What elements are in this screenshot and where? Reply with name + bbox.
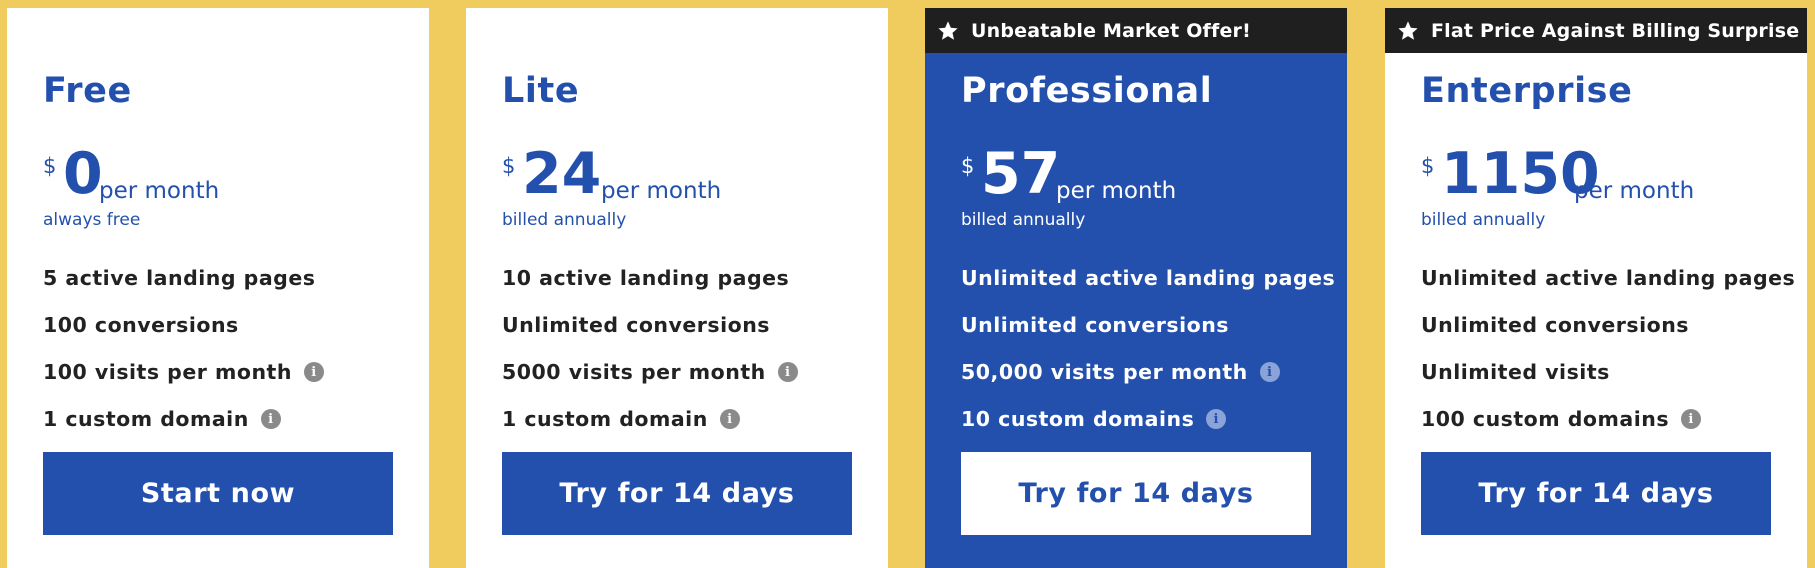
feature-text: Unlimited conversions — [1421, 313, 1690, 337]
price-period: per month — [1056, 178, 1177, 204]
currency-symbol: $ — [961, 154, 975, 178]
feature-item: 100 visits per month i — [43, 360, 324, 384]
feature-text: 5000 visits per month — [502, 360, 766, 384]
banner-text: Flat Price Against Billing Surprise — [1431, 19, 1800, 42]
feature-item: Unlimited conversions — [502, 313, 770, 337]
feature-item: 1 custom domain i — [43, 407, 281, 431]
feature-text: Unlimited active landing pages — [961, 266, 1336, 290]
feature-text: 50,000 visits per month — [961, 360, 1248, 384]
feature-text: 5 active landing pages — [43, 266, 316, 290]
info-icon[interactable]: i — [260, 409, 281, 429]
currency-symbol: $ — [1421, 154, 1435, 178]
feature-item: 100 conversions — [43, 313, 239, 337]
feature-text: 10 active landing pages — [502, 266, 790, 290]
info-icon[interactable]: i — [777, 362, 798, 382]
feature-text: Unlimited conversions — [502, 313, 771, 337]
try-free-trial-button[interactable]: Try for 14 days — [961, 452, 1311, 535]
feature-item: 5 active landing pages — [43, 266, 315, 290]
feature-item: 1 custom domain i — [502, 407, 740, 431]
feature-item: Unlimited conversions — [961, 313, 1229, 337]
feature-text: 1 custom domain — [43, 407, 249, 431]
price-period: per month — [1574, 178, 1695, 204]
billing-note: billed annually — [961, 210, 1086, 230]
feature-item: 10 custom domains i — [961, 407, 1227, 431]
feature-text: 100 custom domains — [1421, 407, 1670, 431]
star-icon — [1398, 20, 1418, 40]
feature-text: Unlimited active landing pages — [1421, 266, 1796, 290]
start-now-button[interactable]: Start now — [43, 452, 393, 535]
offer-banner: Unbeatable Market Offer! — [925, 8, 1347, 53]
offer-banner: Flat Price Against Billing Surprise — [1385, 8, 1807, 53]
price-amount: 24 — [522, 141, 602, 207]
billing-note: billed annually — [502, 210, 627, 230]
plan-card-professional: Unbeatable Market Offer! Professional $ … — [925, 8, 1347, 568]
currency-symbol: $ — [43, 154, 57, 178]
info-icon[interactable]: i — [719, 409, 740, 429]
plan-name: Lite — [502, 71, 580, 111]
feature-item: 10 active landing pages — [502, 266, 789, 290]
feature-text: Unlimited conversions — [961, 313, 1230, 337]
feature-item: Unlimited active landing pages — [1421, 266, 1795, 290]
price-period: per month — [99, 178, 220, 204]
info-icon[interactable]: i — [303, 362, 324, 382]
feature-text: 100 conversions — [43, 313, 239, 337]
plan-name: Professional — [961, 71, 1213, 111]
info-icon[interactable]: i — [1259, 362, 1280, 382]
feature-text: 10 custom domains — [961, 407, 1195, 431]
billing-note: billed annually — [1421, 210, 1546, 230]
plan-card-free: Free $ 0 per month always free 5 active … — [7, 8, 429, 568]
info-icon[interactable]: i — [1206, 409, 1227, 429]
banner-text: Unbeatable Market Offer! — [971, 19, 1251, 42]
price-amount: 0 — [63, 141, 103, 207]
star-icon — [938, 20, 958, 40]
plan-card-lite: Lite $ 24 per month billed annually 10 a… — [466, 8, 888, 568]
feature-item: 5000 visits per month i — [502, 360, 798, 384]
feature-item: 50,000 visits per month i — [961, 360, 1280, 384]
feature-text: 1 custom domain — [502, 407, 708, 431]
feature-item: 100 custom domains i — [1421, 407, 1702, 431]
feature-text: Unlimited visits — [1421, 360, 1610, 384]
feature-item: Unlimited visits — [1421, 360, 1610, 384]
info-icon[interactable]: i — [1681, 409, 1702, 429]
price-amount: 57 — [981, 141, 1061, 207]
plan-name: Free — [43, 71, 132, 111]
feature-item: Unlimited conversions — [1421, 313, 1689, 337]
price-period: per month — [601, 178, 722, 204]
feature-text: 100 visits per month — [43, 360, 292, 384]
try-free-trial-button[interactable]: Try for 14 days — [502, 452, 852, 535]
plan-card-enterprise: Flat Price Against Billing Surprise Ente… — [1385, 8, 1807, 568]
try-free-trial-button[interactable]: Try for 14 days — [1421, 452, 1771, 535]
currency-symbol: $ — [502, 154, 516, 178]
billing-note: always free — [43, 210, 141, 230]
plan-name: Enterprise — [1421, 71, 1633, 111]
feature-item: Unlimited active landing pages — [961, 266, 1335, 290]
